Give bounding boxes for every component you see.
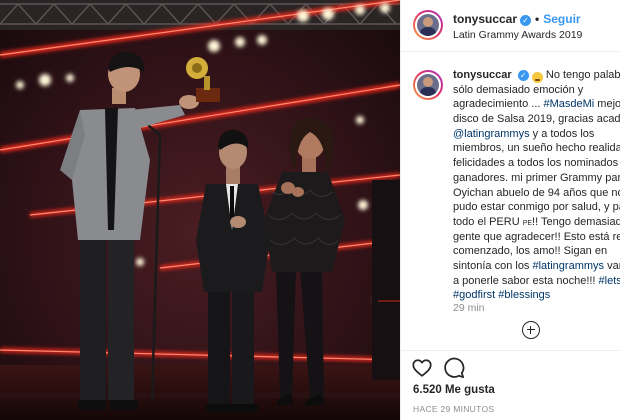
verified-badge-icon: ✓	[517, 70, 529, 81]
hashtag-link[interactable]: #blessings	[498, 289, 550, 301]
caption-line: sólo demasiado emoción y	[453, 83, 620, 98]
caption-line: ganadores. mi primer Grammy para mi	[453, 171, 620, 186]
separator-dot: •	[535, 12, 540, 26]
caption-text: mejor	[597, 98, 620, 111]
caption-text: sintonía con los	[453, 259, 533, 272]
caption-text: ganadores. mi primer Grammy para mi	[453, 171, 620, 184]
award-ceremony-photo	[0, 0, 400, 420]
verified-badge-icon: ✓	[520, 15, 532, 26]
caption-text: Oyichan abuelo de 94 años que no	[453, 186, 620, 199]
caption-section: tonysuccar ✓ 😭 No tengo palabras,sólo de…	[401, 64, 620, 344]
post-sidebar: tonysuccar ✓ • Seguir Latin Grammy Awards 2…	[400, 0, 620, 420]
caption-text: a ponerle sabor esta noche!!!	[453, 274, 599, 287]
crying-face-emoji-icon: 😭	[531, 72, 543, 83]
post-time-ago: HACE 29 MINUTOS	[413, 404, 495, 414]
caption-text: miembros, un sueño hecho realidad,	[453, 142, 620, 155]
follow-button[interactable]: Seguir	[543, 12, 580, 26]
caption-text	[512, 69, 515, 81]
caption-line: gente que agradecer!! Esto está recién	[453, 230, 620, 245]
hashtag-link[interactable]: #latingrammys	[533, 260, 605, 272]
caption-line: tonysuccar ✓ 😭 No tengo palabras,	[453, 68, 620, 83]
caption-line: comenzado, los amo!! Sigan en	[453, 244, 620, 259]
caption-text: sólo demasiado emoción y	[453, 83, 584, 96]
author-username[interactable]: tonysuccar	[453, 12, 517, 26]
caption-line: @latingrammys y a todos los	[453, 127, 620, 142]
hashtag-link[interactable]: #godfirst	[453, 289, 495, 301]
caption-line: disco de Salsa 2019, gracias academia	[453, 112, 620, 127]
caption-text: vamos	[607, 259, 620, 272]
caption-line: #godfirst #blessings	[453, 288, 620, 303]
caption-line: agradecimiento ... #MasdeMi mejor	[453, 97, 620, 112]
comment-icon[interactable]	[443, 357, 465, 379]
caption-line: sintonía con los #latingrammys vamos	[453, 259, 620, 274]
post-photo	[0, 0, 400, 420]
post-header: tonysuccar ✓ • Seguir Latin Grammy Awards 2…	[401, 0, 620, 52]
caption-line: pudo estar conmigo por salud, y para	[453, 200, 620, 215]
author-row: tonysuccar ✓ • Seguir	[453, 12, 581, 26]
caption-text: felicidades a todos los nominados y	[453, 157, 620, 170]
heart-icon[interactable]	[411, 357, 433, 379]
hashtag-link[interactable]: @latingrammys	[453, 128, 530, 140]
caption-text: !! Tengo demasiada	[532, 215, 620, 228]
caption-line: felicidades a todos los nominados y	[453, 156, 620, 171]
post-actions: 6.520 Me gusta HACE 29 MINUTOS	[401, 350, 620, 420]
caption-line: todo el PERU PE!! Tengo demasiada	[453, 215, 620, 230]
hashtag-link[interactable]: #MasdeMi	[544, 98, 595, 110]
author-avatar[interactable]	[413, 10, 443, 40]
peru-flag-emoji: PE	[522, 219, 533, 227]
likes-count[interactable]: 6.520 Me gusta	[413, 384, 495, 396]
caption-line: a ponerle sabor esta noche!!! #letsgo	[453, 274, 620, 289]
caption-text: pudo estar conmigo por salud, y para	[453, 201, 620, 214]
caption-username[interactable]: tonysuccar	[453, 69, 512, 81]
caption-line: Oyichan abuelo de 94 años que no	[453, 186, 620, 201]
post-caption: tonysuccar ✓ 😭 No tengo palabras,sólo de…	[453, 68, 620, 303]
caption-text: No tengo palabras,	[545, 69, 620, 81]
caption-text: todo el PERU	[453, 215, 523, 228]
caption-text: agradecimiento ...	[453, 98, 544, 111]
hashtag-link[interactable]: #letsgo	[599, 275, 620, 287]
add-circle-icon[interactable]	[522, 321, 540, 339]
caption-timestamp: 29 min	[453, 302, 485, 314]
caption-author-avatar[interactable]	[413, 70, 443, 100]
caption-line: miembros, un sueño hecho realidad,	[453, 141, 620, 156]
caption-text: disco de Salsa 2019, gracias academia	[453, 113, 620, 126]
post-location[interactable]: Latin Grammy Awards 2019	[453, 29, 582, 41]
caption-text: y a todos los	[529, 127, 595, 140]
caption-text: gente que agradecer!! Esto está recién	[453, 230, 620, 243]
caption-text: comenzado, los amo!! Sigan en	[453, 245, 608, 258]
